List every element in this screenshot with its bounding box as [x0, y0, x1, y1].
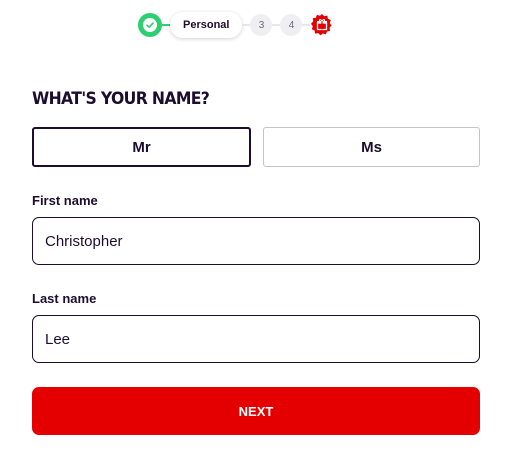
last-name-input[interactable] [32, 315, 480, 363]
check-circle-icon [143, 18, 157, 32]
title-mr-button[interactable]: Mr [32, 127, 251, 167]
step-4: 4 [280, 14, 303, 36]
step-3: 3 [250, 14, 273, 36]
step-current-personal: Personal [170, 12, 243, 38]
step-personal-complete [138, 13, 162, 37]
first-name-label: First name [32, 193, 98, 208]
gift-icon [310, 13, 334, 37]
progress-stepper: Personal 3 4 [138, 12, 334, 38]
first-name-input[interactable] [32, 217, 480, 265]
title-ms-button[interactable]: Ms [263, 127, 480, 167]
page-title: WHAT'S YOUR NAME? [32, 89, 210, 109]
step-connector [242, 24, 251, 26]
name-form-page: Personal 3 4 WHAT'S YOUR NAME? Mr Ms Fir… [0, 0, 527, 476]
step-connector [272, 24, 281, 26]
last-name-label: Last name [32, 291, 97, 306]
step-connector [162, 24, 170, 26]
step-connector [302, 24, 311, 26]
next-button[interactable]: NEXT [32, 387, 480, 435]
